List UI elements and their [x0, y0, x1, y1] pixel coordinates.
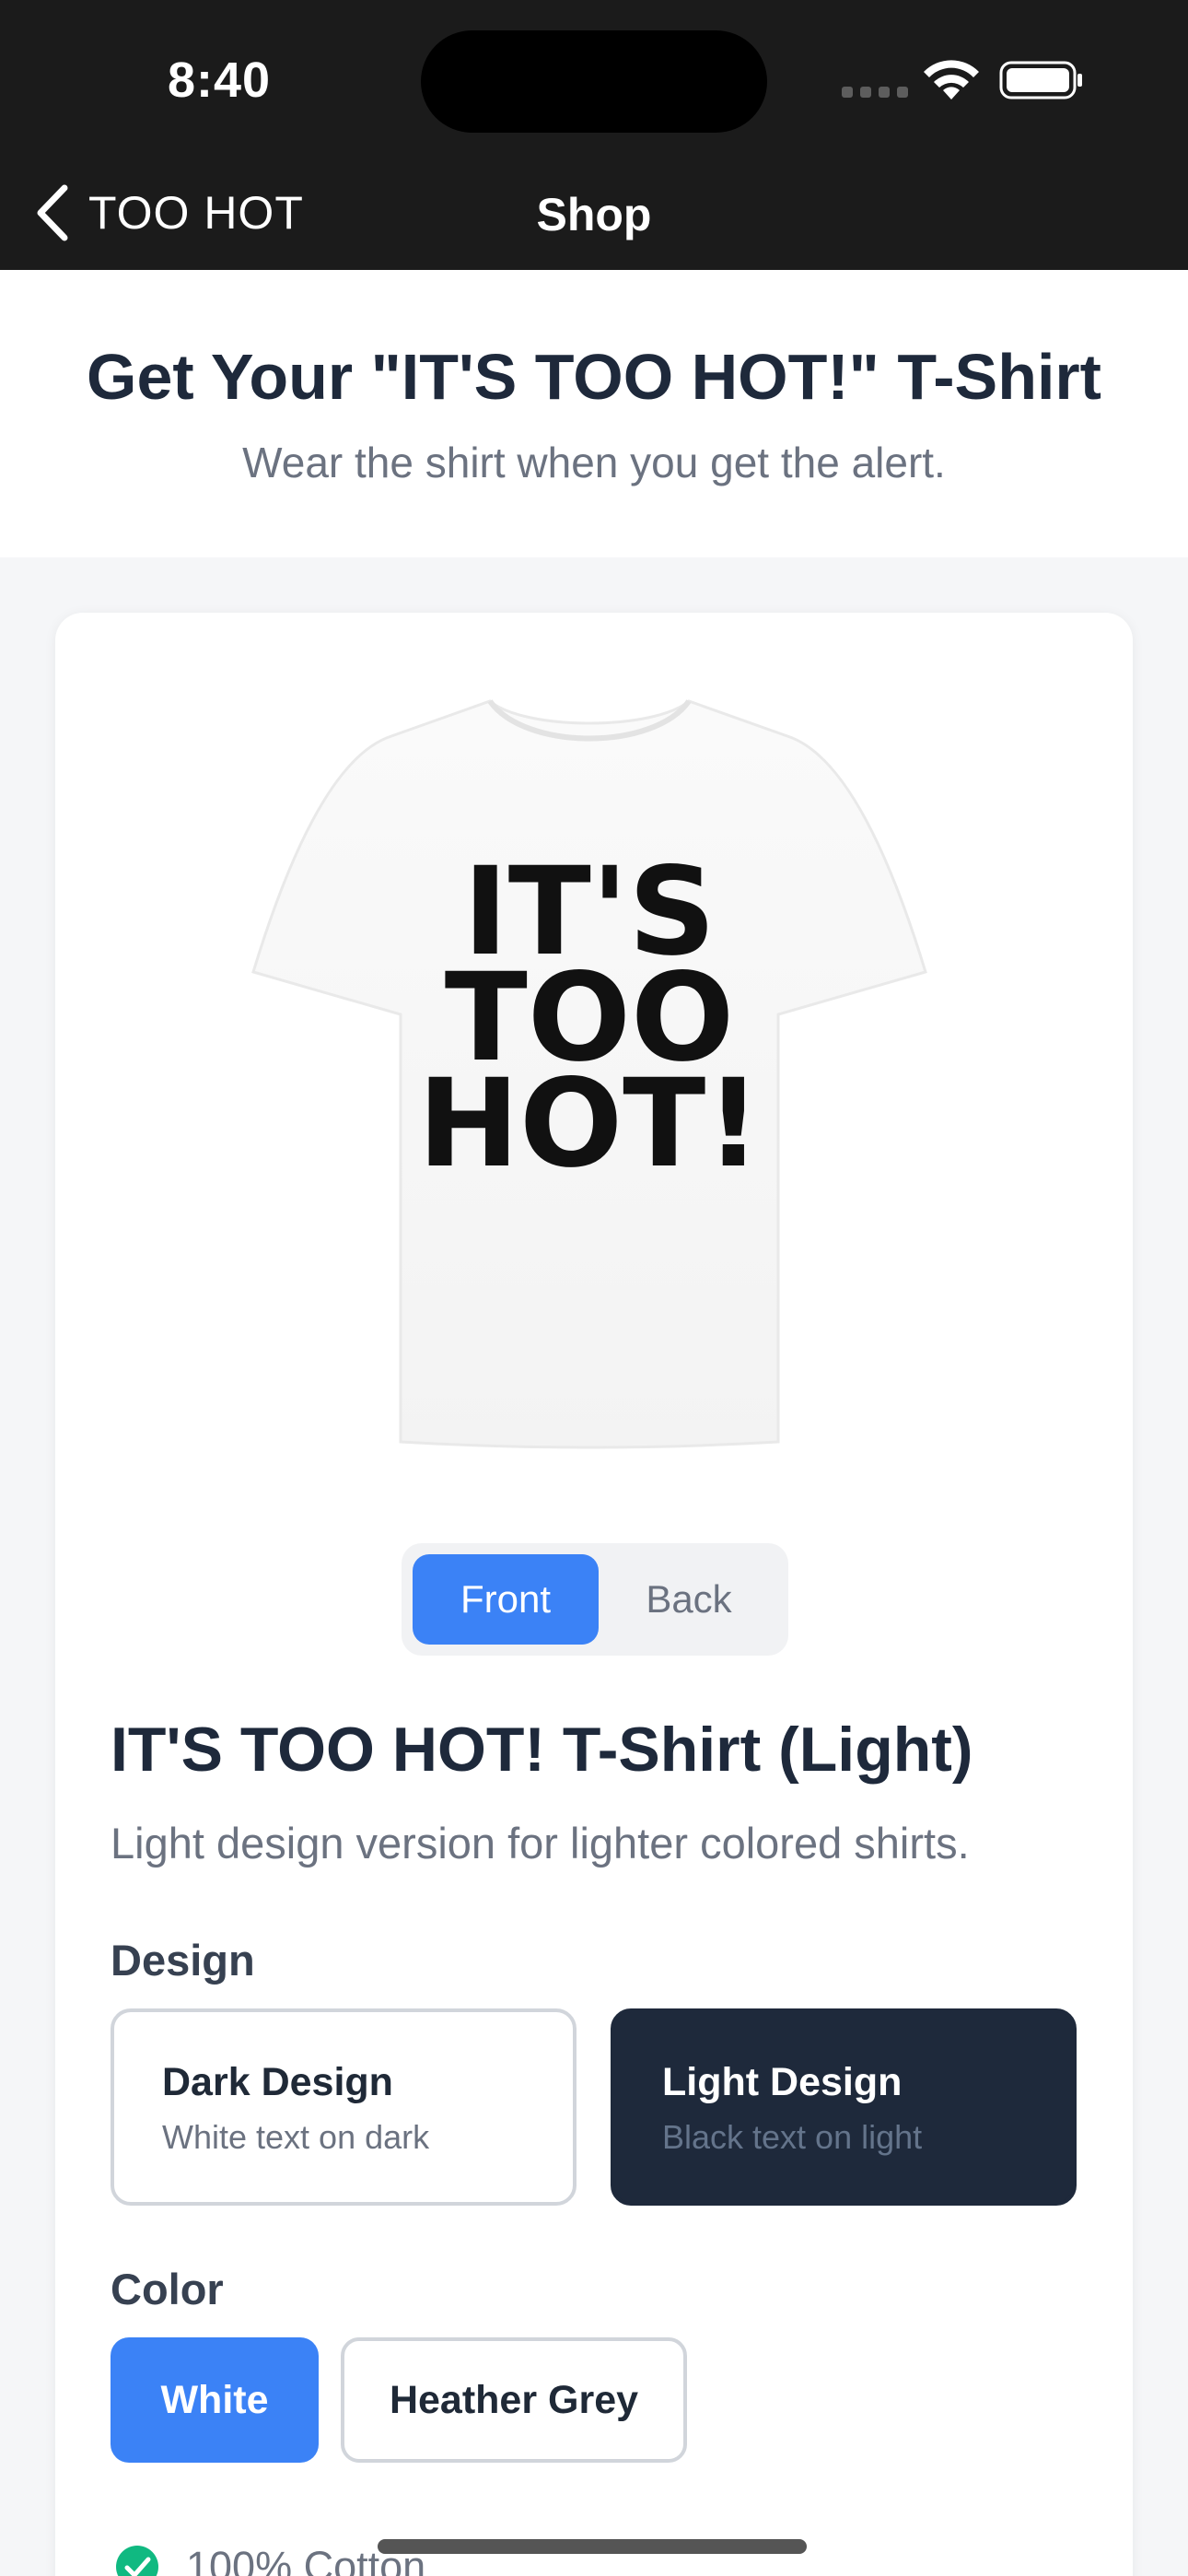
front-view-button[interactable]: Front — [413, 1554, 599, 1645]
check-circle-icon — [116, 2546, 158, 2576]
home-indicator[interactable] — [378, 2539, 807, 2554]
page-subtitle: Wear the shirt when you get the alert. — [242, 439, 946, 486]
product-description: Light design version for lighter colored… — [111, 1819, 970, 1868]
color-heather-grey-button[interactable]: Heather Grey — [341, 2337, 687, 2463]
design-label: Design — [111, 1936, 255, 1985]
light-design-title: Light Design — [662, 2060, 903, 2104]
color-label: Color — [111, 2265, 224, 2313]
cellular-signal-icon — [842, 87, 908, 98]
product-title: IT'S TOO HOT! T-Shirt (Light) — [111, 1715, 973, 1785]
dark-design-option[interactable]: Dark Design White text on dark — [111, 2008, 577, 2206]
tshirt-image[interactable]: IT'S TOO HOT! — [249, 696, 930, 1451]
wifi-icon — [924, 60, 979, 100]
navigation-bar: 8:40 TOO HOT Shop — [0, 0, 1188, 270]
battery-icon — [999, 61, 1082, 100]
product-card: IT'S TOO HOT! Front Back IT'S TOO HOT! T… — [55, 613, 1133, 2576]
shop-header: Get Your "IT'S TOO HOT!" T-Shirt Wear th… — [0, 270, 1188, 557]
light-design-option[interactable]: Light Design Black text on light — [611, 2008, 1077, 2206]
dark-design-subtitle: White text on dark — [162, 2118, 430, 2156]
back-view-button[interactable]: Back — [599, 1554, 779, 1645]
color-white-button[interactable]: White — [111, 2337, 319, 2463]
dark-design-title: Dark Design — [162, 2060, 393, 2104]
nav-title: Shop — [536, 189, 652, 240]
page-title: Get Your "IT'S TOO HOT!" T-Shirt — [87, 341, 1101, 413]
light-design-subtitle: Black text on light — [662, 2118, 923, 2156]
view-toggle: Front Back — [402, 1543, 788, 1656]
dynamic-island — [421, 30, 767, 133]
shirt-print-line-3: HOT! — [418, 1053, 762, 1195]
status-time: 8:40 — [168, 53, 272, 108]
